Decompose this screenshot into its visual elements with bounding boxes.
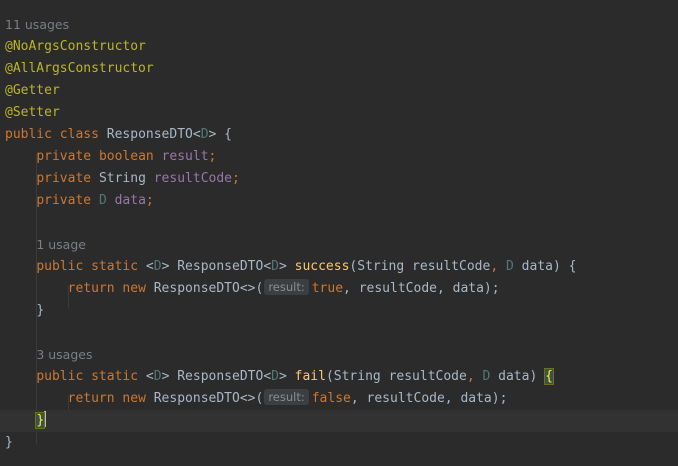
return-statement: return new ResponseDTO<>(result: false, r…	[67, 389, 508, 406]
code-line-current[interactable]: }	[0, 410, 678, 432]
code-line[interactable]: @NoArgsConstructor	[0, 36, 678, 58]
code-line[interactable]: @AllArgsConstructor	[0, 58, 678, 80]
method-declaration-success: public static <D> ResponseDTO<D> success…	[36, 259, 577, 274]
code-line[interactable]: @Getter	[0, 80, 678, 102]
code-line[interactable]: public class ResponseDTO<D> {	[0, 124, 678, 146]
parameter-hint: result:	[264, 279, 309, 295]
class-declaration: public class ResponseDTO<D> {	[5, 127, 232, 142]
annotation: @Setter	[5, 105, 60, 120]
code-line[interactable]: 11 usages	[0, 14, 678, 36]
return-statement: return new ResponseDTO<>(result: true, re…	[67, 279, 500, 296]
code-line[interactable]: public static <D> ResponseDTO<D> success…	[0, 256, 678, 278]
code-line[interactable]: return new ResponseDTO<>(result: false, r…	[0, 388, 678, 410]
code-editor[interactable]: 11 usages @NoArgsConstructor @AllArgsCon…	[0, 0, 678, 466]
matched-brace: }	[35, 412, 46, 429]
code-line[interactable]: private boolean result;	[0, 146, 678, 168]
method-declaration-fail: public static <D> ResponseDTO<D> fail(St…	[36, 368, 554, 385]
code-line[interactable]: }	[0, 300, 678, 322]
usages-hint[interactable]: 3 usages	[36, 347, 92, 362]
code-line[interactable]: public static <D> ResponseDTO<D> fail(St…	[0, 366, 678, 388]
parameter-hint: result:	[264, 389, 309, 405]
code-line[interactable]: private String resultCode;	[0, 168, 678, 190]
usages-hint[interactable]: 1 usage	[36, 237, 86, 252]
code-line[interactable]: 3 usages	[0, 344, 678, 366]
code-line[interactable]: return new ResponseDTO<>(result: true, re…	[0, 278, 678, 300]
class-close-brace: }	[5, 435, 13, 450]
code-line[interactable]: @Setter	[0, 102, 678, 124]
usages-hint[interactable]: 11 usages	[5, 14, 69, 36]
matched-brace: {	[544, 368, 554, 385]
code-line[interactable]: private D data;	[0, 190, 678, 212]
field-declaration: private boolean result;	[36, 149, 217, 164]
field-declaration: private D data;	[36, 193, 154, 208]
annotation: @AllArgsConstructor	[5, 61, 154, 76]
text-caret	[44, 411, 47, 427]
field-declaration: private String resultCode;	[36, 171, 240, 186]
code-line[interactable]: }	[0, 432, 678, 454]
annotation: @Getter	[5, 83, 60, 98]
code-line[interactable]: 1 usage	[0, 234, 678, 256]
annotation: @NoArgsConstructor	[5, 39, 146, 54]
